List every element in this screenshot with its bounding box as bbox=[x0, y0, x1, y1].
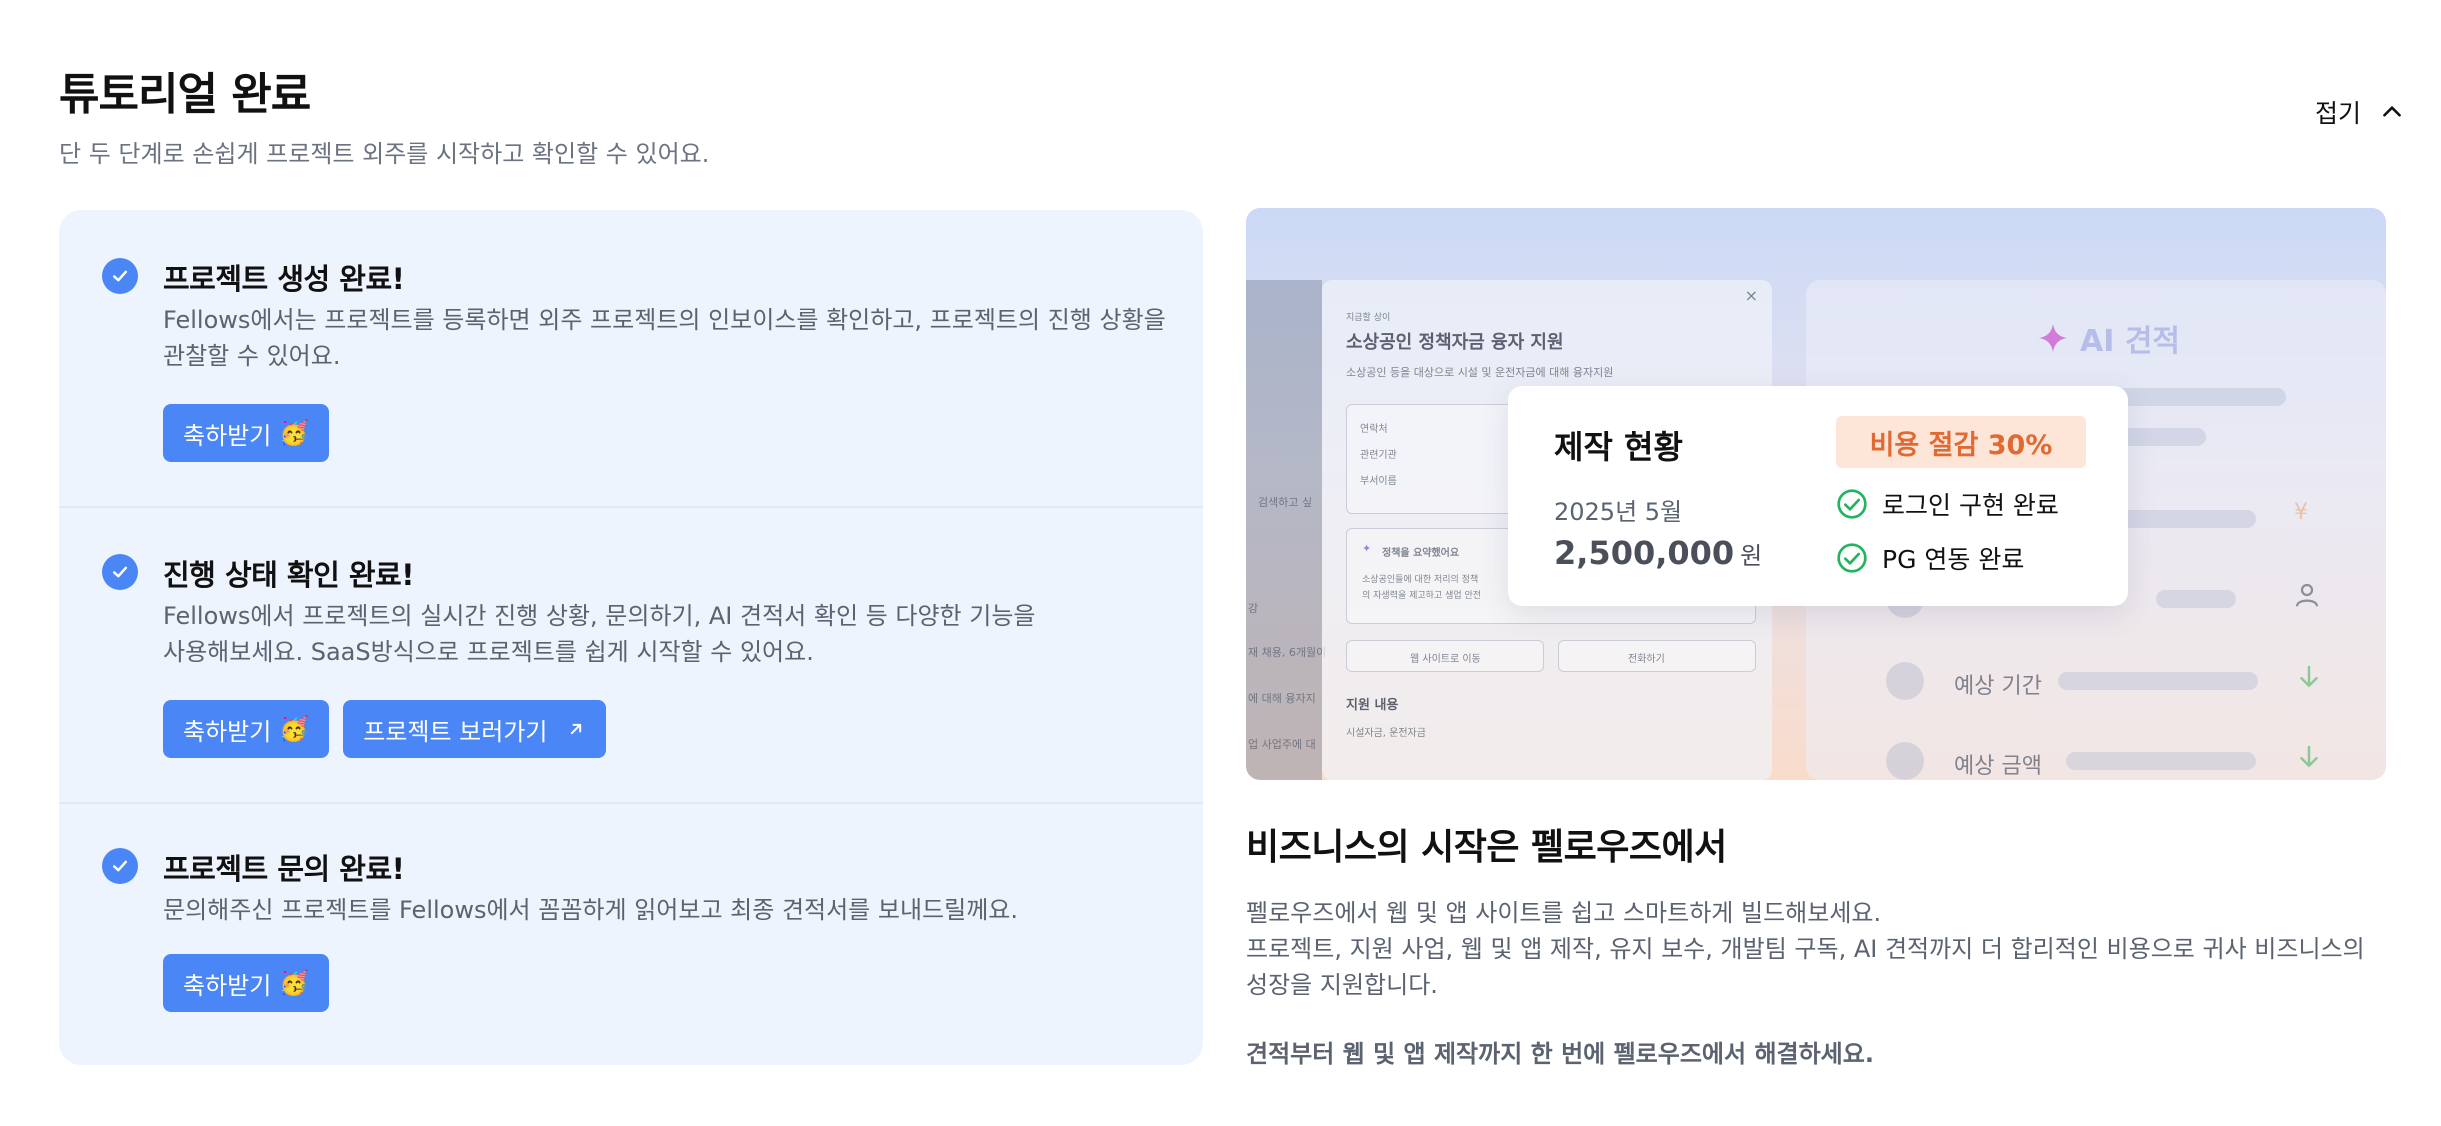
arrow-up-right-icon bbox=[570, 723, 581, 735]
chevron-up-icon bbox=[2383, 106, 2401, 117]
tutorial-steps-panel: 프로젝트 생성 완료! Fellows에서는 프로젝트를 등록하면 외주 프로젝… bbox=[59, 210, 1203, 1065]
collapse-label: 접기 bbox=[2314, 99, 2361, 128]
check-circle-outline-icon bbox=[1837, 543, 1867, 573]
ai-estimate-title: AI 견적 bbox=[2036, 316, 2180, 360]
step-description: 문의해주신 프로젝트를 Fellows에서 꼼꼼하게 읽어보고 최종 견적서를 … bbox=[163, 896, 1018, 924]
step-title: 프로젝트 생성 완료! bbox=[163, 262, 405, 296]
step-status-checked: 진행 상태 확인 완료! Fellows에서 프로젝트의 실시간 진행 상황, … bbox=[59, 508, 1203, 802]
step-title: 프로젝트 문의 완료! bbox=[163, 852, 405, 886]
check-circle-icon bbox=[102, 554, 138, 590]
party-face-icon: 🥳 bbox=[279, 419, 310, 447]
status-card-date: 2025년 5월 bbox=[1554, 498, 1683, 526]
page-subtitle: 단 두 단계로 손쉽게 프로젝트 외주를 시작하고 확인할 수 있어요. bbox=[59, 140, 710, 168]
status-card-amount: 2,500,000 원 bbox=[1554, 534, 1763, 572]
step-project-created: 프로젝트 생성 완료! Fellows에서는 프로젝트를 등록하면 외주 프로젝… bbox=[59, 210, 1203, 506]
check-circle-icon bbox=[102, 848, 138, 884]
status-card-title: 제작 현황 bbox=[1554, 428, 1683, 466]
view-project-button[interactable]: 프로젝트 보러가기 bbox=[343, 700, 606, 758]
ghost-sidebar: 검색하고 싶 강 재 채용, 6개월이 에 대해 융자지 업 사업주에 대 bbox=[1246, 280, 1326, 780]
celebrate-button[interactable]: 축하받기 🥳 bbox=[163, 700, 330, 758]
close-icon: × bbox=[1744, 286, 1758, 305]
page-title: 튜토리얼 완료 bbox=[59, 69, 311, 120]
sparkle-icon: ✦ bbox=[1362, 542, 1372, 555]
step-description: Fellows에서는 프로젝트를 등록하면 외주 프로젝트의 인보이스를 확인하… bbox=[163, 306, 1166, 370]
promo-title: 비즈니스의 시작은 펠로우즈에서 bbox=[1246, 827, 1727, 868]
check-circle-outline-icon bbox=[1837, 489, 1867, 519]
coin-icon: ¥ bbox=[2294, 500, 2308, 525]
party-face-icon: 🥳 bbox=[279, 969, 310, 997]
sparkle-icon bbox=[2038, 323, 2068, 353]
step-description: Fellows에서 프로젝트의 실시간 진행 상황, 문의하기, AI 견적서 … bbox=[163, 602, 1036, 666]
step-inquiry-completed: 프로젝트 문의 완료! 문의해주신 프로젝트를 Fellows에서 꼼꼼하게 읽… bbox=[59, 804, 1203, 1065]
feature-preview-image: 검색하고 싶 강 재 채용, 6개월이 에 대해 융자지 업 사업주에 대 지금… bbox=[1246, 208, 2386, 780]
check-circle-icon bbox=[102, 258, 138, 294]
celebrate-button[interactable]: 축하받기 🥳 bbox=[163, 954, 330, 1012]
user-icon bbox=[2292, 580, 2322, 616]
promo-description: 펠로우즈에서 웹 및 앱 사이트를 쉽고 스마트하게 빌드해보세요. 프로젝트,… bbox=[1246, 899, 2365, 999]
production-status-card: 제작 현황 2025년 5월 2,500,000 원 비용 절감 30% 로그인 … bbox=[1508, 386, 2128, 606]
arrow-down-icon bbox=[2294, 742, 2324, 776]
promo-footer: 견적부터 웹 및 앱 제작까지 한 번에 펠로우즈에서 해결하세요. bbox=[1246, 1040, 1874, 1068]
checklist-item: 로그인 구현 완료 bbox=[1836, 486, 2059, 522]
arrow-down-icon bbox=[2294, 662, 2324, 696]
celebrate-button[interactable]: 축하받기 🥳 bbox=[163, 404, 330, 462]
party-face-icon: 🥳 bbox=[279, 715, 310, 743]
step-title: 진행 상태 확인 완료! bbox=[163, 558, 414, 592]
collapse-button[interactable]: 접기 bbox=[2315, 94, 2405, 130]
cost-saving-badge: 비용 절감 30% bbox=[1836, 416, 2086, 468]
checklist-item: PG 연동 완료 bbox=[1836, 540, 2024, 576]
